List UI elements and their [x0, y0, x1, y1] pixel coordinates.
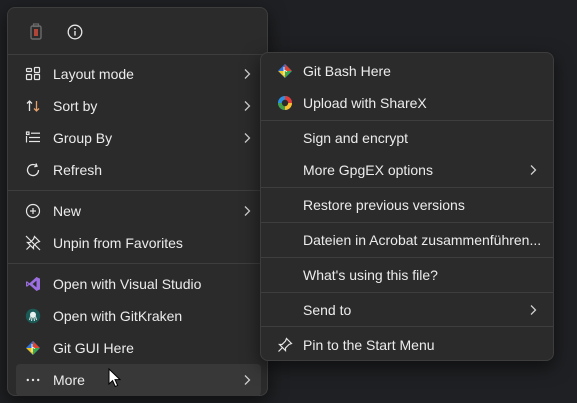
- chevron-right-icon: [239, 66, 255, 82]
- menu-item-label: Restore previous versions: [303, 197, 465, 213]
- chevron-right-icon: [525, 162, 541, 178]
- menu-item-send-to[interactable]: Send to: [269, 294, 547, 326]
- menu-item-group-by[interactable]: Group By: [16, 122, 261, 154]
- menu-item-unpin-from-favorites[interactable]: Unpin from Favorites: [16, 227, 261, 259]
- menu-item-label: Sort by: [53, 98, 98, 114]
- separator: [261, 292, 553, 293]
- separator: [8, 263, 267, 264]
- menu-item-git-gui-here[interactable]: Git GUI Here: [16, 332, 261, 364]
- menu-item-label: Unpin from Favorites: [53, 235, 183, 251]
- menu-item-combine-in-acrobat[interactable]: Dateien in Acrobat zusammenführen...: [269, 224, 547, 256]
- more-dots-icon: [25, 372, 41, 388]
- separator: [261, 187, 553, 188]
- git-icon: [277, 63, 293, 79]
- menu-item-open-with-gitkraken[interactable]: Open with GitKraken: [16, 300, 261, 332]
- menu-item-label: Open with Visual Studio: [53, 276, 202, 292]
- git-icon: [25, 340, 41, 356]
- menu-item-label: Open with GitKraken: [53, 308, 183, 324]
- menu-item-label: Send to: [303, 302, 352, 318]
- refresh-icon: [25, 162, 41, 178]
- sort-arrows-icon: [25, 98, 41, 114]
- mouse-cursor-icon: [108, 368, 122, 388]
- chevron-right-icon: [239, 372, 255, 388]
- new-plus-icon: [25, 203, 41, 219]
- menu-item-label: What's using this file?: [303, 267, 438, 283]
- chevron-right-icon: [239, 98, 255, 114]
- sharex-icon: [277, 95, 293, 111]
- menu-item-refresh[interactable]: Refresh: [16, 154, 261, 186]
- menu-item-label: More: [53, 372, 85, 388]
- chevron-right-icon: [239, 203, 255, 219]
- menu-item-label: Group By: [53, 130, 113, 146]
- chevron-right-icon: [525, 302, 541, 318]
- gitkraken-icon: [25, 308, 41, 324]
- separator: [261, 257, 553, 258]
- menu-item-label: Refresh: [53, 162, 103, 178]
- menu-item-restore-previous-versions[interactable]: Restore previous versions: [269, 189, 547, 221]
- menu-item-label: Sign and encrypt: [303, 130, 409, 146]
- chevron-right-icon: [239, 130, 255, 146]
- layout-grid-icon: [25, 66, 41, 82]
- menu-item-label: Upload with ShareX: [303, 95, 427, 111]
- desktop-background: Layout mode Sort by Group By Refresh New…: [0, 0, 577, 403]
- menu-item-git-bash-here[interactable]: Git Bash Here: [269, 55, 547, 87]
- separator: [8, 54, 267, 55]
- menu-item-more-gpgex-options[interactable]: More GpgEX options: [269, 154, 547, 186]
- visual-studio-icon: [25, 276, 41, 292]
- menu-item-open-with-visual-studio[interactable]: Open with Visual Studio: [16, 268, 261, 300]
- menu-item-label: Pin to the Start Menu: [303, 337, 435, 353]
- menu-item-label: Layout mode: [53, 66, 134, 82]
- menu-item-sign-and-encrypt[interactable]: Sign and encrypt: [269, 122, 547, 154]
- menu-item-label: Git Bash Here: [303, 63, 391, 79]
- menu-item-whats-using-this-file[interactable]: What's using this file?: [269, 259, 547, 291]
- menu-item-new[interactable]: New: [16, 195, 261, 227]
- menu-item-pin-to-start-menu[interactable]: Pin to the Start Menu: [269, 329, 547, 361]
- menu-item-label: More GpgEX options: [303, 162, 433, 178]
- separator: [8, 190, 267, 191]
- delete-icon[interactable]: [25, 21, 47, 43]
- info-icon[interactable]: [64, 21, 86, 43]
- pin-icon: [277, 337, 293, 353]
- menu-item-label: New: [53, 203, 82, 219]
- separator: [261, 222, 553, 223]
- menu-item-sort-by[interactable]: Sort by: [16, 90, 261, 122]
- context-menu: Layout mode Sort by Group By Refresh New…: [7, 7, 268, 396]
- menu-item-layout-mode[interactable]: Layout mode: [16, 58, 261, 90]
- menu-item-more[interactable]: More: [16, 364, 261, 396]
- more-submenu: Git Bash Here Upload with ShareX Sign an…: [260, 52, 554, 361]
- context-menu-toolbar: [8, 8, 267, 53]
- group-list-icon: [25, 130, 41, 146]
- separator: [261, 120, 553, 121]
- menu-item-upload-with-sharex[interactable]: Upload with ShareX: [269, 87, 547, 119]
- menu-item-label: Git GUI Here: [53, 340, 134, 356]
- separator: [261, 326, 553, 327]
- unpin-icon: [25, 235, 41, 251]
- menu-item-label: Dateien in Acrobat zusammenführen...: [303, 232, 542, 248]
